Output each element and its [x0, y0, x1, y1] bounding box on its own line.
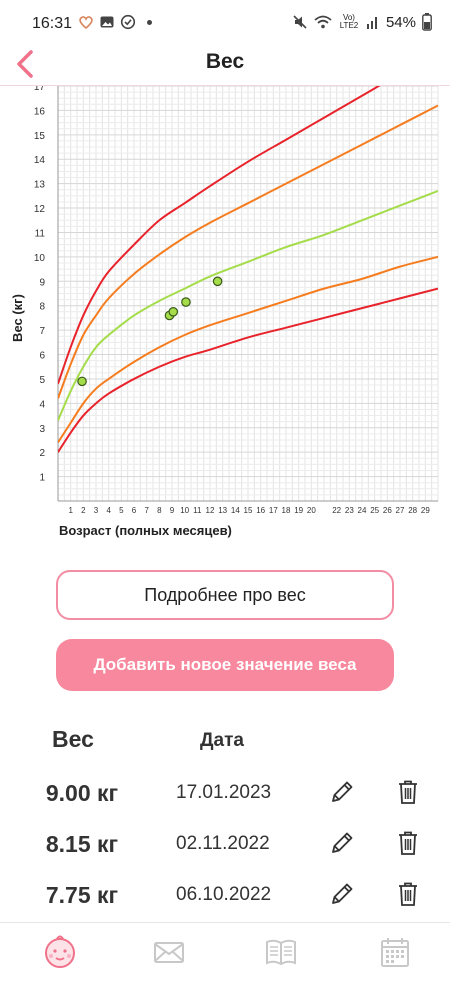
- y-tick-label: 16: [34, 106, 46, 117]
- row-date: 06.10.2022: [176, 884, 272, 905]
- mute-icon: [293, 15, 307, 29]
- row-weight: 7.75 кг: [45, 882, 119, 908]
- x-tick-label: 25: [370, 506, 379, 515]
- y-tick-label: 11: [35, 228, 46, 239]
- y-axis-label: Вес (кг): [10, 294, 25, 342]
- notification-dot: [147, 19, 152, 25]
- y-tick-label: 12: [34, 204, 46, 215]
- x-tick-label: 9: [170, 506, 175, 515]
- y-tick-label: 13: [34, 180, 46, 191]
- table-row: 8.15 кг 02.11.2022: [0, 821, 450, 871]
- pencil-icon[interactable]: [328, 829, 356, 857]
- x-tick-label: 13: [218, 506, 227, 515]
- pencil-icon[interactable]: [328, 880, 356, 908]
- y-tick-label: 9: [39, 277, 45, 288]
- column-weight-header: Вес: [52, 726, 94, 752]
- x-tick-label: 6: [132, 506, 137, 515]
- y-tick-label: 8: [39, 302, 45, 313]
- row-weight: 8.15 кг: [45, 831, 119, 857]
- mail-icon: [154, 942, 184, 963]
- x-tick-label: 1: [68, 506, 73, 515]
- row-date: 17.01.2023: [176, 782, 272, 803]
- x-tick-label: 16: [256, 506, 265, 515]
- nav-library[interactable]: [264, 935, 298, 969]
- x-tick-label: 28: [408, 506, 417, 515]
- weight-point: [212, 276, 223, 287]
- x-tick-label: 8: [157, 506, 162, 515]
- x-tick-label: 29: [421, 506, 430, 515]
- book-icon: [266, 939, 296, 966]
- table-row: 9.00 кг 17.01.2023: [0, 770, 450, 820]
- calendar-icon: [381, 938, 409, 967]
- baby-face-icon: [45, 935, 75, 968]
- y-tick-label: 7: [39, 326, 45, 337]
- pencil-icon[interactable]: [328, 778, 356, 806]
- x-tick-label: 3: [94, 506, 99, 515]
- y-tick-label: 5: [39, 375, 45, 386]
- x-tick-label: 12: [206, 506, 215, 515]
- battery-icon: [422, 13, 432, 31]
- weight-point: [168, 307, 179, 317]
- heart-icon: [79, 16, 93, 30]
- more-about-weight-button[interactable]: Подробнее про вес: [56, 570, 394, 620]
- status-time: 16:31: [32, 15, 73, 32]
- column-date-header: Дата: [200, 730, 244, 751]
- bottom-nav: [0, 922, 450, 1000]
- x-tick-label: 5: [119, 506, 124, 515]
- x-tick-label: 23: [345, 506, 354, 515]
- x-tick-label: 2: [81, 506, 86, 515]
- y-tick-label: 3: [39, 424, 45, 435]
- y-tick-label: 6: [39, 351, 45, 362]
- weight-chart-svg: 12345678910111213141516171 2 3 4 5 6 7 8 9 10 11 12…: [10, 86, 439, 515]
- signal-icon: [366, 17, 377, 29]
- x-tick-label: 17: [269, 506, 278, 515]
- x-tick-label: 11: [193, 506, 202, 515]
- x-tick-label: 26: [383, 506, 392, 515]
- network-label: Vo) LTE2: [339, 13, 359, 30]
- y-tick-label: 10: [34, 253, 46, 264]
- table-header: Вес Дата: [0, 720, 450, 760]
- y-tick-label: 14: [34, 155, 46, 166]
- x-tick-label: 15: [244, 506, 253, 515]
- x-tick-label: 10: [180, 506, 189, 515]
- wifi-icon: [314, 15, 332, 29]
- trash-icon[interactable]: [396, 778, 420, 806]
- x-tick-label: 24: [358, 506, 367, 515]
- page-title: Вес: [205, 50, 245, 73]
- add-weight-button[interactable]: Добавить новое значение веса: [56, 639, 394, 691]
- x-tick-label: 22: [332, 506, 341, 515]
- y-tick-label: 17: [34, 86, 46, 93]
- weight-point: [77, 376, 87, 387]
- x-tick-label: 19: [294, 506, 303, 515]
- x-tick-label: 27: [396, 506, 405, 515]
- weight-chart: 1 2 3 4 5 6 7 8 9 10 11 12 13 14 15 16 17 1 2 3 4 5 6 7 8 9 10 11 12…: [0, 86, 450, 546]
- image-icon: [100, 16, 114, 28]
- trash-icon[interactable]: [396, 829, 420, 857]
- y-tick-label: 2: [39, 448, 45, 459]
- app-header: Вес: [0, 40, 450, 86]
- x-tick-label: 4: [106, 506, 111, 515]
- y-tick-label: 1: [39, 473, 45, 484]
- row-date: 02.11.2022: [176, 833, 270, 854]
- chart-x-axis-label: Возраст (полных месяцев): [59, 523, 232, 538]
- table-row: 7.75 кг 06.10.2022: [0, 872, 450, 922]
- y-tick-label: 4: [39, 399, 45, 410]
- nav-messages[interactable]: [152, 935, 186, 969]
- x-tick-label: 20: [307, 506, 316, 515]
- weight-point: [181, 297, 191, 307]
- x-tick-label: 18: [282, 506, 291, 515]
- battery-percent: 54%: [385, 13, 416, 31]
- check-circle-icon: [120, 14, 136, 30]
- row-weight: 9.00 кг: [45, 780, 119, 806]
- x-tick-label: 7: [144, 506, 149, 515]
- x-tick-label: 14: [231, 506, 240, 515]
- nav-child[interactable]: [40, 931, 80, 971]
- trash-icon[interactable]: [396, 880, 420, 908]
- y-tick-label: 15: [34, 131, 46, 142]
- nav-calendar[interactable]: [378, 935, 412, 969]
